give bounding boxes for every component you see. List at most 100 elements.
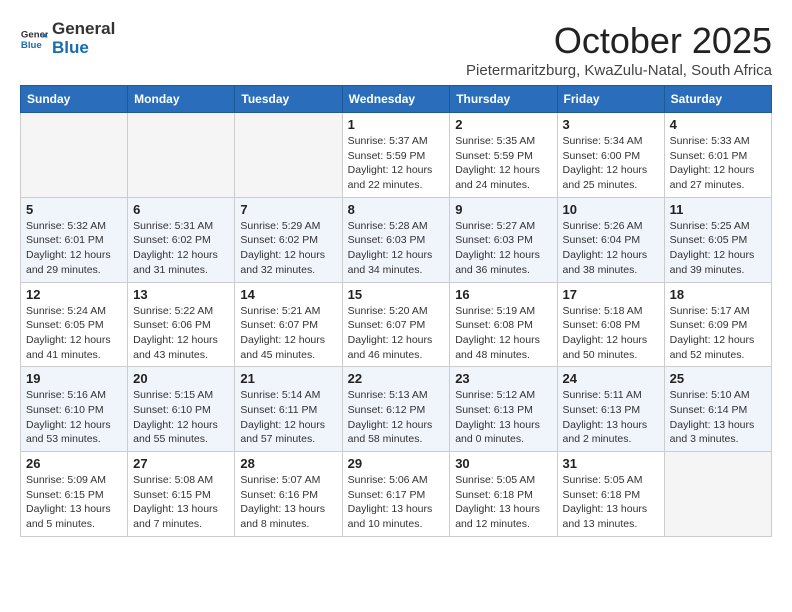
day-header-wednesday: Wednesday bbox=[342, 86, 450, 113]
day-number: 1 bbox=[348, 117, 445, 132]
day-info: Sunrise: 5:16 AM Sunset: 6:10 PM Dayligh… bbox=[26, 388, 122, 447]
day-number: 11 bbox=[670, 202, 766, 217]
day-info: Sunrise: 5:35 AM Sunset: 5:59 PM Dayligh… bbox=[455, 134, 551, 193]
calendar-cell: 8Sunrise: 5:28 AM Sunset: 6:03 PM Daylig… bbox=[342, 197, 450, 282]
day-number: 27 bbox=[133, 456, 229, 471]
day-info: Sunrise: 5:29 AM Sunset: 6:02 PM Dayligh… bbox=[240, 219, 336, 278]
calendar-cell: 22Sunrise: 5:13 AM Sunset: 6:12 PM Dayli… bbox=[342, 367, 450, 452]
month-title: October 2025 bbox=[466, 20, 772, 62]
calendar-week-row: 12 Sunrise: 5:24 AM Sunset: 6:05 PM Dayli… bbox=[21, 282, 772, 367]
calendar-cell: 19 Sunrise: 5:16 AM Sunset: 6:10 PM Dayli… bbox=[21, 367, 128, 452]
day-header-thursday: Thursday bbox=[450, 86, 557, 113]
calendar-cell: 23 Sunrise: 5:12 AM Sunset: 6:13 PM Dayli… bbox=[450, 367, 557, 452]
calendar-cell: 26 Sunrise: 5:09 AM Sunset: 6:15 PM Dayli… bbox=[21, 452, 128, 537]
day-number: 28 bbox=[240, 456, 336, 471]
day-info: Sunrise: 5:15 AM Sunset: 6:10 PM Dayligh… bbox=[133, 388, 229, 447]
page-header: General Blue General Blue October 2025 P… bbox=[20, 20, 772, 79]
day-number: 7 bbox=[240, 202, 336, 217]
day-info: Sunrise: 5:20 AM Sunset: 6:07 PM Dayligh… bbox=[348, 304, 445, 363]
calendar-cell: 21 Sunrise: 5:14 AM Sunset: 6:11 PM Dayli… bbox=[235, 367, 342, 452]
day-info: Sunrise: 5:18 AM Sunset: 6:08 PM Dayligh… bbox=[563, 304, 659, 363]
day-info: Sunrise: 5:11 AM Sunset: 6:13 PM Dayligh… bbox=[563, 388, 659, 447]
day-number: 30 bbox=[455, 456, 551, 471]
calendar-cell: 12 Sunrise: 5:24 AM Sunset: 6:05 PM Dayli… bbox=[21, 282, 128, 367]
calendar-cell bbox=[128, 113, 235, 198]
calendar-cell: 3Sunrise: 5:34 AM Sunset: 6:00 PM Daylig… bbox=[557, 113, 664, 198]
calendar-cell: 30 Sunrise: 5:05 AM Sunset: 6:18 PM Dayli… bbox=[450, 452, 557, 537]
day-number: 26 bbox=[26, 456, 122, 471]
day-info: Sunrise: 5:07 AM Sunset: 6:16 PM Dayligh… bbox=[240, 473, 336, 532]
calendar-week-row: 5 Sunrise: 5:32 AM Sunset: 6:01 PM Daylig… bbox=[21, 197, 772, 282]
calendar-table: SundayMondayTuesdayWednesdayThursdayFrid… bbox=[20, 85, 772, 537]
day-header-saturday: Saturday bbox=[664, 86, 771, 113]
day-info: Sunrise: 5:37 AM Sunset: 5:59 PM Dayligh… bbox=[348, 134, 445, 193]
day-info: Sunrise: 5:22 AM Sunset: 6:06 PM Dayligh… bbox=[133, 304, 229, 363]
day-info: Sunrise: 5:21 AM Sunset: 6:07 PM Dayligh… bbox=[240, 304, 336, 363]
calendar-cell: 13Sunrise: 5:22 AM Sunset: 6:06 PM Dayli… bbox=[128, 282, 235, 367]
calendar-cell: 24 Sunrise: 5:11 AM Sunset: 6:13 PM Dayli… bbox=[557, 367, 664, 452]
day-header-tuesday: Tuesday bbox=[235, 86, 342, 113]
day-info: Sunrise: 5:13 AM Sunset: 6:12 PM Dayligh… bbox=[348, 388, 445, 447]
day-number: 19 bbox=[26, 371, 122, 386]
logo-general-text: General bbox=[52, 20, 115, 39]
day-info: Sunrise: 5:24 AM Sunset: 6:05 PM Dayligh… bbox=[26, 304, 122, 363]
day-header-friday: Friday bbox=[557, 86, 664, 113]
calendar-cell: 16 Sunrise: 5:19 AM Sunset: 6:08 PM Dayli… bbox=[450, 282, 557, 367]
day-number: 16 bbox=[455, 287, 551, 302]
day-number: 18 bbox=[670, 287, 766, 302]
day-number: 23 bbox=[455, 371, 551, 386]
calendar-cell bbox=[664, 452, 771, 537]
location-subtitle: Pietermaritzburg, KwaZulu-Natal, South A… bbox=[466, 62, 772, 79]
day-number: 20 bbox=[133, 371, 229, 386]
calendar-header-row: SundayMondayTuesdayWednesdayThursdayFrid… bbox=[21, 86, 772, 113]
calendar-cell: 17 Sunrise: 5:18 AM Sunset: 6:08 PM Dayli… bbox=[557, 282, 664, 367]
calendar-cell: 15Sunrise: 5:20 AM Sunset: 6:07 PM Dayli… bbox=[342, 282, 450, 367]
day-info: Sunrise: 5:32 AM Sunset: 6:01 PM Dayligh… bbox=[26, 219, 122, 278]
day-info: Sunrise: 5:05 AM Sunset: 6:18 PM Dayligh… bbox=[455, 473, 551, 532]
day-info: Sunrise: 5:05 AM Sunset: 6:18 PM Dayligh… bbox=[563, 473, 659, 532]
day-info: Sunrise: 5:19 AM Sunset: 6:08 PM Dayligh… bbox=[455, 304, 551, 363]
day-number: 25 bbox=[670, 371, 766, 386]
calendar-cell: 27 Sunrise: 5:08 AM Sunset: 6:15 PM Dayli… bbox=[128, 452, 235, 537]
calendar-cell: 9Sunrise: 5:27 AM Sunset: 6:03 PM Daylig… bbox=[450, 197, 557, 282]
calendar-cell: 10Sunrise: 5:26 AM Sunset: 6:04 PM Dayli… bbox=[557, 197, 664, 282]
calendar-cell: 4Sunrise: 5:33 AM Sunset: 6:01 PM Daylig… bbox=[664, 113, 771, 198]
calendar-cell: 20 Sunrise: 5:15 AM Sunset: 6:10 PM Dayli… bbox=[128, 367, 235, 452]
day-number: 29 bbox=[348, 456, 445, 471]
day-info: Sunrise: 5:09 AM Sunset: 6:15 PM Dayligh… bbox=[26, 473, 122, 532]
day-header-monday: Monday bbox=[128, 86, 235, 113]
day-header-sunday: Sunday bbox=[21, 86, 128, 113]
day-number: 24 bbox=[563, 371, 659, 386]
calendar-cell: 1 Sunrise: 5:37 AM Sunset: 5:59 PM Daylig… bbox=[342, 113, 450, 198]
day-number: 5 bbox=[26, 202, 122, 217]
calendar-cell: 25 Sunrise: 5:10 AM Sunset: 6:14 PM Dayli… bbox=[664, 367, 771, 452]
day-info: Sunrise: 5:28 AM Sunset: 6:03 PM Dayligh… bbox=[348, 219, 445, 278]
calendar-cell: 5 Sunrise: 5:32 AM Sunset: 6:01 PM Daylig… bbox=[21, 197, 128, 282]
calendar-cell: 11Sunrise: 5:25 AM Sunset: 6:05 PM Dayli… bbox=[664, 197, 771, 282]
calendar-cell: 28 Sunrise: 5:07 AM Sunset: 6:16 PM Dayli… bbox=[235, 452, 342, 537]
calendar-cell bbox=[21, 113, 128, 198]
calendar-cell: 14Sunrise: 5:21 AM Sunset: 6:07 PM Dayli… bbox=[235, 282, 342, 367]
calendar-week-row: 1 Sunrise: 5:37 AM Sunset: 5:59 PM Daylig… bbox=[21, 113, 772, 198]
day-info: Sunrise: 5:34 AM Sunset: 6:00 PM Dayligh… bbox=[563, 134, 659, 193]
calendar-cell: 6Sunrise: 5:31 AM Sunset: 6:02 PM Daylig… bbox=[128, 197, 235, 282]
day-info: Sunrise: 5:06 AM Sunset: 6:17 PM Dayligh… bbox=[348, 473, 445, 532]
day-number: 21 bbox=[240, 371, 336, 386]
day-info: Sunrise: 5:14 AM Sunset: 6:11 PM Dayligh… bbox=[240, 388, 336, 447]
logo-icon: General Blue bbox=[20, 25, 48, 53]
day-info: Sunrise: 5:10 AM Sunset: 6:14 PM Dayligh… bbox=[670, 388, 766, 447]
day-info: Sunrise: 5:26 AM Sunset: 6:04 PM Dayligh… bbox=[563, 219, 659, 278]
logo: General Blue General Blue bbox=[20, 20, 115, 57]
day-number: 6 bbox=[133, 202, 229, 217]
calendar-cell: 31Sunrise: 5:05 AM Sunset: 6:18 PM Dayli… bbox=[557, 452, 664, 537]
day-number: 12 bbox=[26, 287, 122, 302]
calendar-cell: 7 Sunrise: 5:29 AM Sunset: 6:02 PM Daylig… bbox=[235, 197, 342, 282]
day-number: 9 bbox=[455, 202, 551, 217]
day-info: Sunrise: 5:12 AM Sunset: 6:13 PM Dayligh… bbox=[455, 388, 551, 447]
day-info: Sunrise: 5:17 AM Sunset: 6:09 PM Dayligh… bbox=[670, 304, 766, 363]
day-info: Sunrise: 5:08 AM Sunset: 6:15 PM Dayligh… bbox=[133, 473, 229, 532]
calendar-week-row: 26 Sunrise: 5:09 AM Sunset: 6:15 PM Dayli… bbox=[21, 452, 772, 537]
calendar-cell: 2Sunrise: 5:35 AM Sunset: 5:59 PM Daylig… bbox=[450, 113, 557, 198]
calendar-cell: 18 Sunrise: 5:17 AM Sunset: 6:09 PM Dayli… bbox=[664, 282, 771, 367]
day-number: 17 bbox=[563, 287, 659, 302]
